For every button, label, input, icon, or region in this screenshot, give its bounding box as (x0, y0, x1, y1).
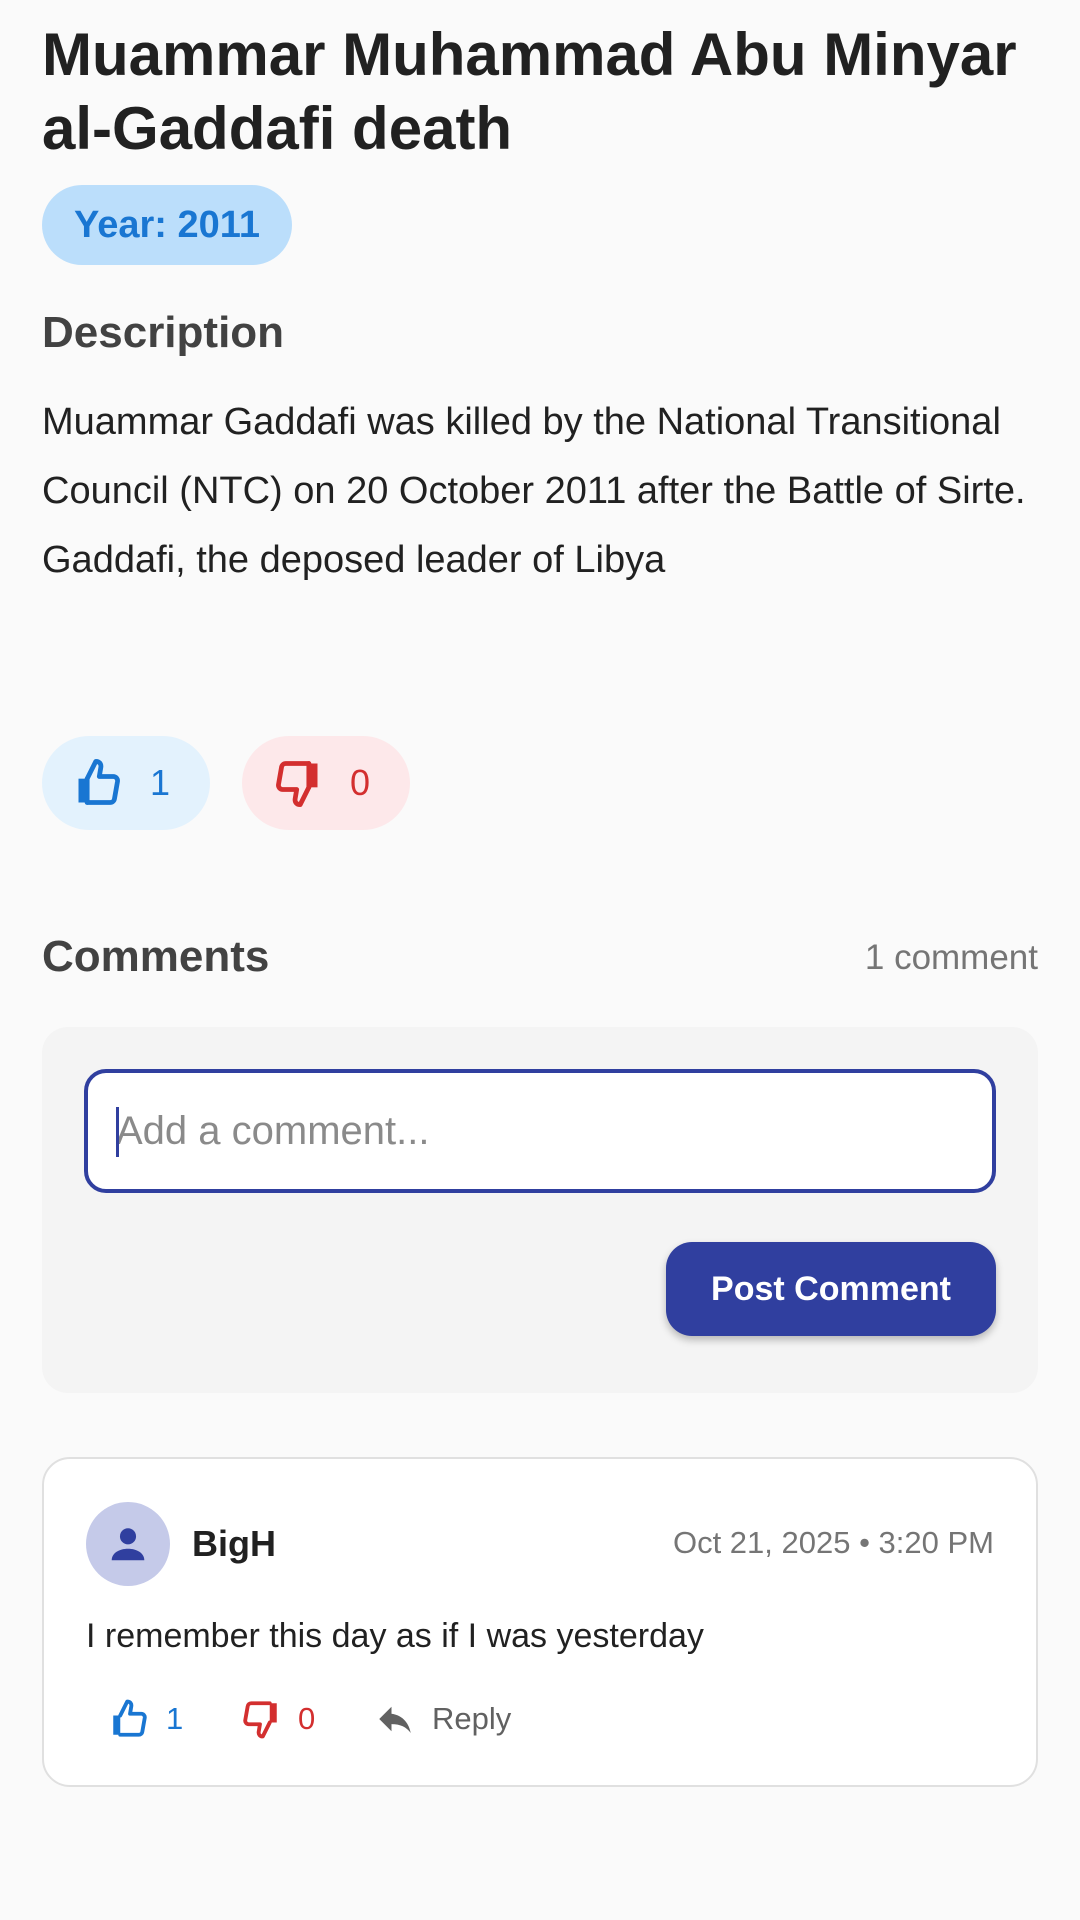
avatar (86, 1502, 170, 1586)
dislike-count: 0 (350, 762, 371, 803)
like-button[interactable]: 1 (42, 736, 210, 830)
person-icon (111, 1528, 145, 1561)
year-badge: Year: 2011 (42, 185, 292, 265)
comment-input[interactable] (84, 1069, 996, 1193)
event-detail-page: Muammar Muhammad Abu Minyar al-Gaddafi d… (0, 0, 1080, 1920)
thumb-down-icon (276, 761, 318, 808)
reply-icon (379, 1706, 411, 1733)
comment-reply-button[interactable]: Reply (374, 1691, 511, 1747)
thumb-up-icon (78, 758, 120, 805)
comment-timestamp: Oct 21, 2025 • 3:20 PM (672, 1525, 994, 1560)
comment-like-button[interactable]: 1 (108, 1691, 183, 1747)
text-caret (116, 1107, 119, 1157)
comments-count: 1 comment (864, 938, 1038, 977)
page-title: Muammar Muhammad Abu Minyar al-Gaddafi d… (42, 21, 1017, 162)
comments-heading: Comments (42, 932, 270, 981)
comment-text: I remember this day as if I was yesterda… (86, 1617, 704, 1655)
comment-compose-card: Post Comment (42, 1027, 1038, 1393)
comment-author: BigH (192, 1523, 276, 1564)
dislike-button[interactable]: 0 (242, 736, 410, 830)
comment-dislike-count: 0 (298, 1701, 316, 1736)
comment-reply-label: Reply (432, 1701, 512, 1736)
thumb-up-icon (113, 1699, 147, 1737)
comment-dislike-button[interactable]: 0 (240, 1691, 315, 1747)
post-comment-button[interactable]: Post Comment (666, 1242, 996, 1336)
thumb-down-icon (243, 1701, 277, 1739)
description-heading: Description (42, 308, 285, 357)
comment-like-count: 1 (166, 1701, 184, 1736)
like-count: 1 (150, 762, 171, 803)
comment-card: BigH Oct 21, 2025 • 3:20 PM I remember t… (42, 1457, 1038, 1787)
year-badge-label: Year: 2011 (74, 203, 260, 246)
description-text: Muammar Gaddafi was killed by the Nation… (42, 401, 1026, 581)
